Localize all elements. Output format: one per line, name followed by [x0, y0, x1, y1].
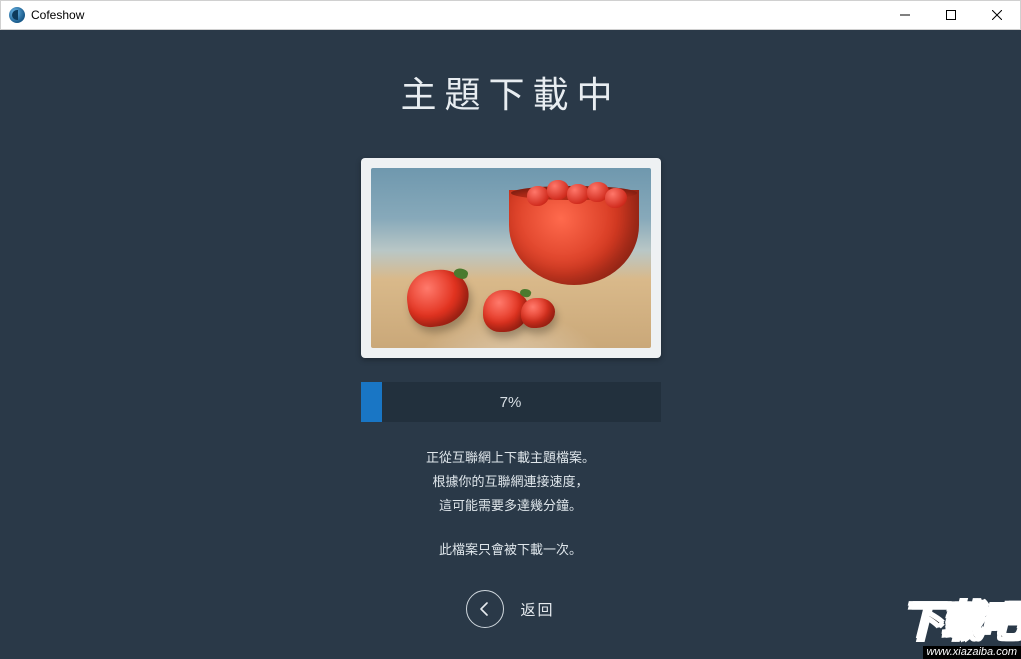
status-line-3: 這可能需要多達幾分鐘。	[426, 494, 595, 518]
close-button[interactable]	[974, 1, 1020, 29]
status-line-2: 根據你的互聯網連接速度，	[426, 470, 595, 494]
titlebar-left: Cofeshow	[9, 7, 84, 23]
status-line-4: 此檔案只會被下載一次。	[426, 538, 595, 562]
back-label: 返回	[520, 599, 554, 620]
watermark-url: www.xiazaiba.com	[923, 646, 1021, 659]
theme-preview-card	[361, 158, 661, 358]
progress-text: 7%	[500, 394, 522, 411]
content-area: 主題下載中 7% 正從互聯網上下載主題檔案。 根據你的互聯網連接速度， 這可能需…	[0, 30, 1021, 659]
theme-preview-image	[371, 168, 651, 348]
page-heading: 主題下載中	[400, 66, 620, 118]
progress-fill	[361, 382, 382, 422]
maximize-button[interactable]	[928, 1, 974, 29]
window-controls	[882, 1, 1020, 29]
back-arrow-icon	[466, 590, 504, 628]
status-line-1: 正從互聯網上下載主題檔案。	[426, 446, 595, 470]
watermark-text: 下载吧	[901, 601, 1021, 643]
progress-bar: 7%	[361, 382, 661, 422]
titlebar: Cofeshow	[0, 0, 1021, 30]
minimize-button[interactable]	[882, 1, 928, 29]
app-title: Cofeshow	[31, 8, 84, 22]
watermark: 下载吧 www.xiazaiba.com	[901, 601, 1021, 659]
app-icon	[9, 7, 25, 23]
status-text: 正從互聯網上下載主題檔案。 根據你的互聯網連接速度， 這可能需要多達幾分鐘。 此…	[426, 446, 595, 562]
back-button[interactable]: 返回	[466, 590, 554, 628]
